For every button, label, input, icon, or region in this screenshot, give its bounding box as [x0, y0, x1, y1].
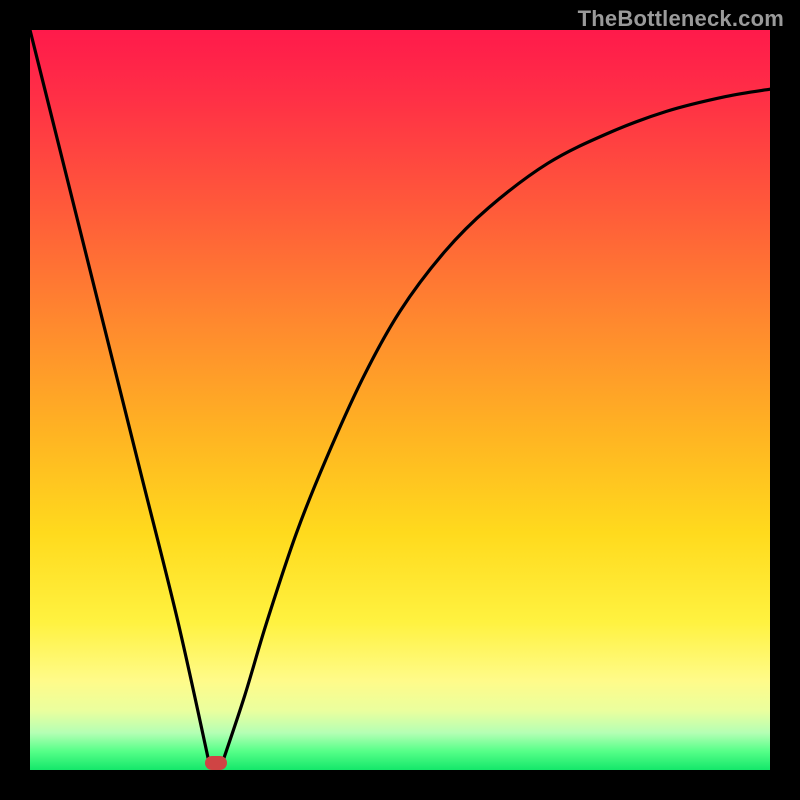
chart-frame: TheBottleneck.com [0, 0, 800, 800]
min-marker [205, 756, 227, 770]
plot-area [30, 30, 770, 770]
curve-right-branch [222, 89, 770, 762]
curve-svg [30, 30, 770, 770]
curve-left-branch [30, 30, 209, 763]
watermark-text: TheBottleneck.com [578, 6, 784, 32]
